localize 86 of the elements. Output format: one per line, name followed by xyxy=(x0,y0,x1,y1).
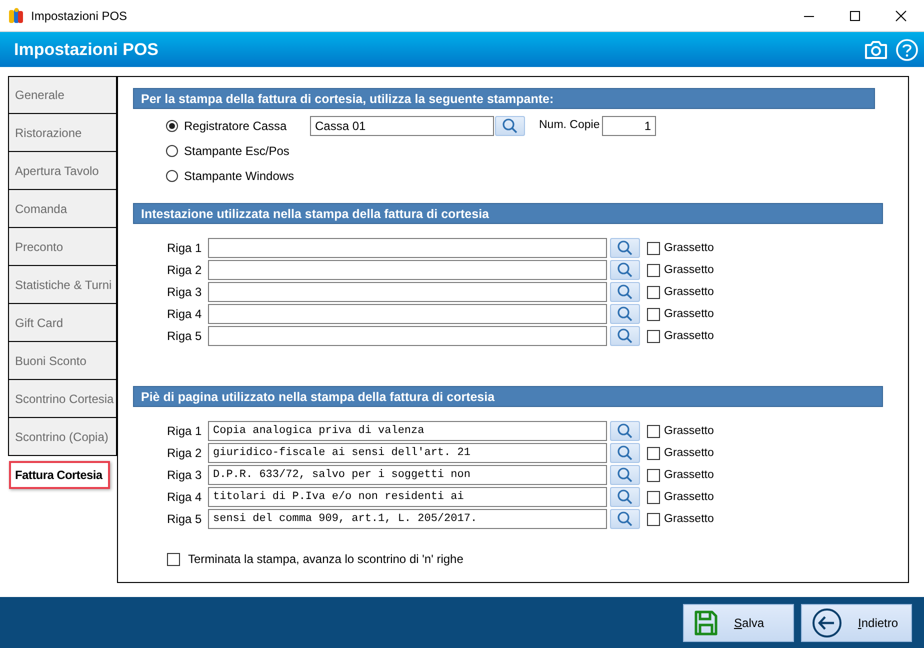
radio-label: Stampante Esc/Pos xyxy=(184,144,290,158)
input-field[interactable] xyxy=(208,282,607,302)
checkbox[interactable] xyxy=(647,286,660,298)
checkbox-label: Grassetto xyxy=(664,469,714,481)
checkbox[interactable] xyxy=(647,264,660,276)
radio-button[interactable] xyxy=(166,145,178,157)
search-button[interactable] xyxy=(610,465,640,485)
checkbox[interactable] xyxy=(647,424,660,438)
tab[interactable]: Scontrino Cortesia xyxy=(8,380,117,418)
checkbox-label: Grassetto xyxy=(664,330,714,342)
checkbox-label: Grassetto xyxy=(664,242,714,254)
search-button[interactable] xyxy=(495,116,525,136)
row-label: Riga 5 xyxy=(167,329,203,343)
checkbox[interactable] xyxy=(647,490,660,504)
app-icon xyxy=(8,6,24,24)
section-header: Piè di pagina utilizzato nella stampa della fattura di cortesia xyxy=(133,386,883,407)
row-label: Riga 3 xyxy=(167,285,203,299)
help-icon[interactable] xyxy=(896,38,918,60)
search-button[interactable] xyxy=(610,443,640,463)
input-field[interactable]: giuridico-fiscale ai sensi dell'art. 21 xyxy=(208,443,607,463)
checkbox[interactable] xyxy=(647,308,660,320)
row-label: Riga 4 xyxy=(167,307,203,321)
checkbox-label: Grassetto xyxy=(664,308,714,320)
row-label: Riga 2 xyxy=(167,263,203,277)
save-button[interactable]: Salva xyxy=(683,604,794,642)
search-button[interactable] xyxy=(610,421,640,441)
section-header: Per la stampa della fattura di cortesia, utilizza la seguente stampante: xyxy=(133,88,875,109)
tab[interactable]: Generale xyxy=(8,76,117,114)
radio-button[interactable] xyxy=(166,170,178,182)
tab[interactable]: Comanda xyxy=(8,190,117,228)
search-button[interactable] xyxy=(610,326,640,346)
input-field[interactable] xyxy=(208,238,607,258)
search-button[interactable] xyxy=(610,260,640,280)
search-button[interactable] xyxy=(610,282,640,302)
checkbox-label: Grassetto xyxy=(664,425,714,437)
input-field[interactable]: Copia analogica priva di valenza xyxy=(208,421,607,441)
row-label: Riga 1 xyxy=(167,424,203,438)
input-field[interactable]: titolari di P.Iva e/o non residenti ai xyxy=(208,487,607,507)
header-title: Impostazioni POS xyxy=(14,40,160,60)
row-label: Riga 5 xyxy=(167,512,203,526)
checkbox-label: Grassetto xyxy=(664,286,714,298)
section-header: Intestazione utilizzata nella stampa della fattura di cortesia xyxy=(133,203,883,224)
tab[interactable]: Apertura Tavolo xyxy=(8,152,117,190)
checkbox[interactable] xyxy=(647,242,660,254)
search-button[interactable] xyxy=(610,304,640,324)
row-label: Riga 4 xyxy=(167,490,203,504)
radio-button[interactable] xyxy=(166,120,178,132)
input-field[interactable] xyxy=(208,304,607,324)
printer-field[interactable]: Cassa 01 xyxy=(310,116,494,136)
checkbox[interactable] xyxy=(647,330,660,342)
back-icon xyxy=(812,608,842,638)
window-title: Impostazioni POS xyxy=(31,8,128,22)
checkbox[interactable] xyxy=(647,446,660,460)
radio-label: Registratore Cassa xyxy=(184,119,287,133)
row-label: Riga 1 xyxy=(167,241,203,255)
checkbox[interactable] xyxy=(167,552,180,566)
input-field[interactable]: sensi del comma 909, art.1, L. 205/2017. xyxy=(208,509,607,529)
checkbox-label: Grassetto xyxy=(664,264,714,276)
input-field[interactable] xyxy=(208,326,607,346)
search-button[interactable] xyxy=(610,509,640,529)
checkbox-label: Grassetto xyxy=(664,447,714,459)
save-icon xyxy=(694,610,718,636)
camera-icon[interactable] xyxy=(864,40,888,60)
radio-label: Stampante Windows xyxy=(184,169,294,183)
tab[interactable]: Scontrino (Copia) xyxy=(8,418,117,456)
tab[interactable]: Preconto xyxy=(8,228,117,266)
field-label: Num. Copie xyxy=(539,119,601,133)
copies-field[interactable]: 1 xyxy=(602,116,656,136)
tab[interactable]: Gift Card xyxy=(8,304,117,342)
checkbox-label: Grassetto xyxy=(664,513,714,525)
maximize-icon[interactable] xyxy=(849,10,861,22)
checkbox-label: Grassetto xyxy=(664,491,714,503)
row-label: Riga 2 xyxy=(167,446,203,460)
tab[interactable]: Statistiche & Turni xyxy=(8,266,117,304)
search-button[interactable] xyxy=(610,238,640,258)
row-label: Riga 3 xyxy=(167,468,203,482)
tab[interactable]: Ristorazione xyxy=(8,114,117,152)
input-field[interactable]: D.P.R. 633/72, salvo per i soggetti non xyxy=(208,465,607,485)
back-button[interactable]: Indietro xyxy=(801,604,912,642)
tab[interactable]: Buoni Sconto xyxy=(8,342,117,380)
checkbox[interactable] xyxy=(647,512,660,526)
input-field[interactable] xyxy=(208,260,607,280)
search-button[interactable] xyxy=(610,487,640,507)
checkbox[interactable] xyxy=(647,468,660,482)
checkbox-label: Terminata la stampa, avanza lo scontrino di 'n' righe xyxy=(188,552,464,566)
close-icon[interactable] xyxy=(895,10,907,22)
